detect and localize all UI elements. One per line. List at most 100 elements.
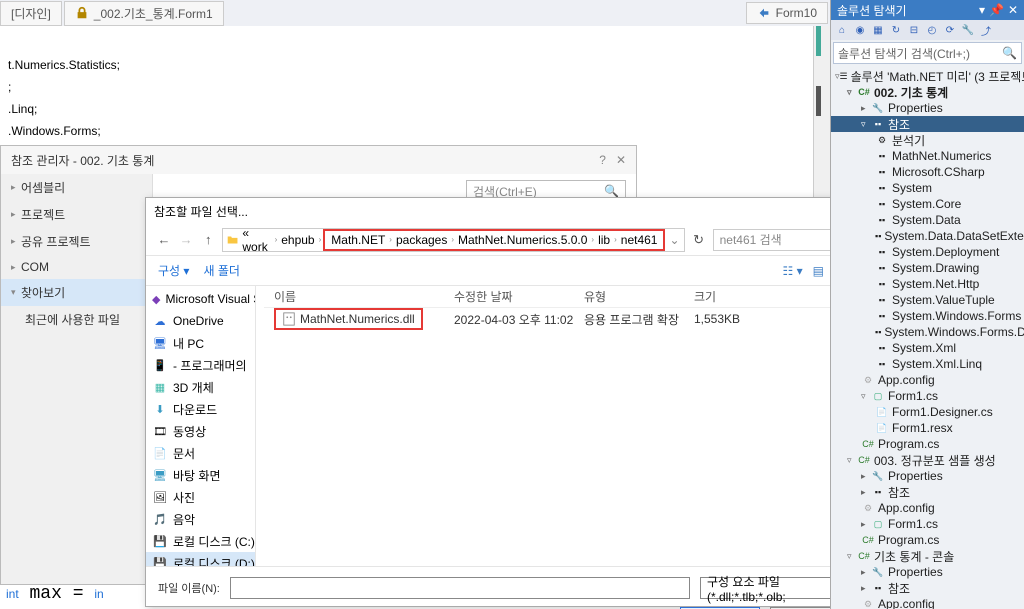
reference-item[interactable]: ▪▪System.Xml.Linq (831, 356, 1024, 372)
reference-item[interactable]: ▪▪System.Deployment (831, 244, 1024, 260)
folder-tree[interactable]: ◆Microsoft Visual S ☁OneDrive 🖥내 PC 📱- 프… (146, 286, 256, 566)
project-node[interactable]: ▿C#003. 정규분포 샘플 생성 (831, 452, 1024, 468)
col-name[interactable]: 이름 (264, 288, 454, 305)
file-node[interactable]: 📄Form1.resx (831, 420, 1024, 436)
solution-icon: ☰ (840, 69, 848, 83)
tab-form10[interactable]: Form10 (746, 2, 828, 24)
dropdown-icon[interactable]: ⌄ (669, 233, 679, 247)
toolbar-icon[interactable]: ◴ (925, 23, 939, 37)
col-size[interactable]: 크기 (694, 288, 774, 305)
refresh-icon[interactable]: ↻ (889, 23, 903, 37)
file-node[interactable]: C#Program.cs (831, 532, 1024, 548)
reference-item[interactable]: ▪▪System.Xml (831, 340, 1024, 356)
reference-item[interactable]: ▪▪System.ValueTuple (831, 292, 1024, 308)
tree-item[interactable]: 🖥바탕 화면 (146, 464, 255, 486)
file-row[interactable]: MathNet.Numerics.dll 2022-04-03 오후 11:02… (264, 308, 854, 330)
tree-item[interactable]: 🎞동영상 (146, 420, 255, 442)
project-node[interactable]: ▿C#002. 기초 통계 (831, 84, 1024, 100)
side-com[interactable]: ▸COM (1, 255, 152, 279)
solution-node[interactable]: ▿☰솔루션 'Math.NET 미리' (3 프로젝트의 (831, 68, 1024, 84)
tree-item[interactable]: 🖥내 PC (146, 332, 255, 354)
properties-node[interactable]: ▸🔧Properties (831, 468, 1024, 484)
toolbar-icon[interactable]: ⟳ (943, 23, 957, 37)
filename-input[interactable] (230, 577, 690, 599)
view-options-button[interactable]: ☷ ▾ (783, 264, 803, 278)
col-type[interactable]: 유형 (584, 288, 694, 305)
references-node[interactable]: ▸▪▪참조 (831, 580, 1024, 596)
nav-up-button[interactable]: ↑ (200, 230, 216, 250)
nav-forward-button[interactable]: → (178, 230, 194, 250)
help-icon[interactable]: ? (599, 153, 606, 167)
side-recent[interactable]: 최근에 사용한 파일 (1, 306, 152, 333)
properties-node[interactable]: ▸🔧Properties (831, 564, 1024, 580)
breadcrumb[interactable]: « work› ehpub› Math.NET› packages› MathN… (222, 228, 684, 252)
project-node[interactable]: ▿C#기초 통계 - 콘솔 (831, 548, 1024, 564)
properties-node[interactable]: ▸🔧Properties (831, 100, 1024, 116)
new-folder-button[interactable]: 새 폴더 (203, 262, 239, 279)
file-node[interactable]: ▸▢Form1.cs (831, 516, 1024, 532)
ref-icon: ▪▪ (875, 357, 889, 371)
nav-back-button[interactable]: ← (156, 230, 172, 250)
config-icon: ⚙ (861, 501, 875, 515)
toolbar-icon[interactable]: ◉ (853, 23, 867, 37)
close-icon[interactable]: ✕ (1008, 3, 1018, 17)
file-name: MathNet.Numerics.dll (300, 312, 415, 326)
cs-icon: C# (861, 437, 875, 451)
close-icon[interactable]: ✕ (616, 153, 626, 167)
side-browse[interactable]: ▾찾아보기 (1, 279, 152, 306)
code-editor[interactable]: t.Numerics.Statistics; ; .Linq; .Windows… (0, 26, 818, 136)
solution-search-input[interactable]: 솔루션 탐색기 검색(Ctrl+;) 🔍 (833, 42, 1022, 64)
file-node[interactable]: 📄Form1.Designer.cs (831, 404, 1024, 420)
reference-item[interactable]: ▪▪System.Net.Http (831, 276, 1024, 292)
reference-item[interactable]: ▪▪System.Windows.Forms (831, 308, 1024, 324)
wrench-icon: 🔧 (871, 101, 885, 115)
tree-item[interactable]: ◆Microsoft Visual S (146, 288, 255, 310)
tree-item[interactable]: ▦3D 개체 (146, 376, 255, 398)
dropdown-icon[interactable]: ▾ (979, 3, 985, 17)
tree-item[interactable]: 💾로컬 디스크 (D:) (146, 552, 255, 566)
file-node[interactable]: ⚙App.config (831, 500, 1024, 516)
file-node[interactable]: ⚙App.config (831, 596, 1024, 609)
organize-menu[interactable]: 구성 ▾ (158, 262, 189, 279)
tree-item[interactable]: 💾로컬 디스크 (C:) (146, 530, 255, 552)
reference-item[interactable]: ▪▪System.Windows.Forms.Data (831, 324, 1024, 340)
pin-icon[interactable]: 📌 (989, 3, 1004, 17)
file-node[interactable]: ▿▢Form1.cs (831, 388, 1024, 404)
preview-pane-button[interactable]: ▤ (813, 264, 824, 278)
tree-item[interactable]: 🖼사진 (146, 486, 255, 508)
reference-item[interactable]: ▪▪System.Data (831, 212, 1024, 228)
references-node[interactable]: ▸▪▪참조 (831, 484, 1024, 500)
tree-item[interactable]: 📄문서 (146, 442, 255, 464)
toolbar-icon[interactable]: ⤴ (979, 23, 993, 37)
file-list[interactable]: 이름 수정한 날짜 유형 크기 MathNet.Numerics.dll 202… (256, 286, 862, 566)
tab-form1-code[interactable]: _002.기초_통계.Form1 (64, 1, 224, 26)
solution-tree[interactable]: ▿☰솔루션 'Math.NET 미리' (3 프로젝트의 ▿C#002. 기초 … (831, 66, 1024, 609)
wrench-icon[interactable]: 🔧 (961, 23, 975, 37)
home-icon[interactable]: ⌂ (835, 23, 849, 37)
file-node[interactable]: C#Program.cs (831, 436, 1024, 452)
tree-item[interactable]: ⬇다운로드 (146, 398, 255, 420)
tree-item[interactable]: 🎵음악 (146, 508, 255, 530)
side-projects[interactable]: ▸프로젝트 (1, 201, 152, 228)
ref-icon: ▪▪ (875, 245, 889, 259)
reference-item[interactable]: ▪▪System.Drawing (831, 260, 1024, 276)
side-assemblies[interactable]: ▸어셈블리 (1, 174, 152, 201)
side-shared[interactable]: ▸공유 프로젝트 (1, 228, 152, 255)
file-node[interactable]: ⚙App.config (831, 372, 1024, 388)
cs-icon: 📄 (875, 405, 889, 419)
reference-item[interactable]: ▪▪System (831, 180, 1024, 196)
references-node[interactable]: ▿▪▪참조 (831, 116, 1024, 132)
tab-design[interactable]: [디자인] (0, 1, 62, 26)
reference-item[interactable]: ▪▪System.Core (831, 196, 1024, 212)
reference-item[interactable]: ▪▪System.Data.DataSetExtensio (831, 228, 1024, 244)
refresh-button[interactable]: ↻ (691, 230, 707, 250)
reference-item[interactable]: ▪▪MathNet.Numerics (831, 148, 1024, 164)
tree-item[interactable]: 📱- 프로그래머의 (146, 354, 255, 376)
toolbar-icon[interactable]: ⊟ (907, 23, 921, 37)
toolbar-icon[interactable]: ▦ (871, 23, 885, 37)
file-filter-dropdown[interactable]: 구성 요소 파일 (*.dll;*.tlb;*.olb; ⌄ (700, 577, 850, 599)
reference-item[interactable]: ▪▪Microsoft.CSharp (831, 164, 1024, 180)
tree-item[interactable]: ☁OneDrive (146, 310, 255, 332)
col-date[interactable]: 수정한 날짜 (454, 288, 584, 305)
reference-item[interactable]: ⚙분석기 (831, 132, 1024, 148)
